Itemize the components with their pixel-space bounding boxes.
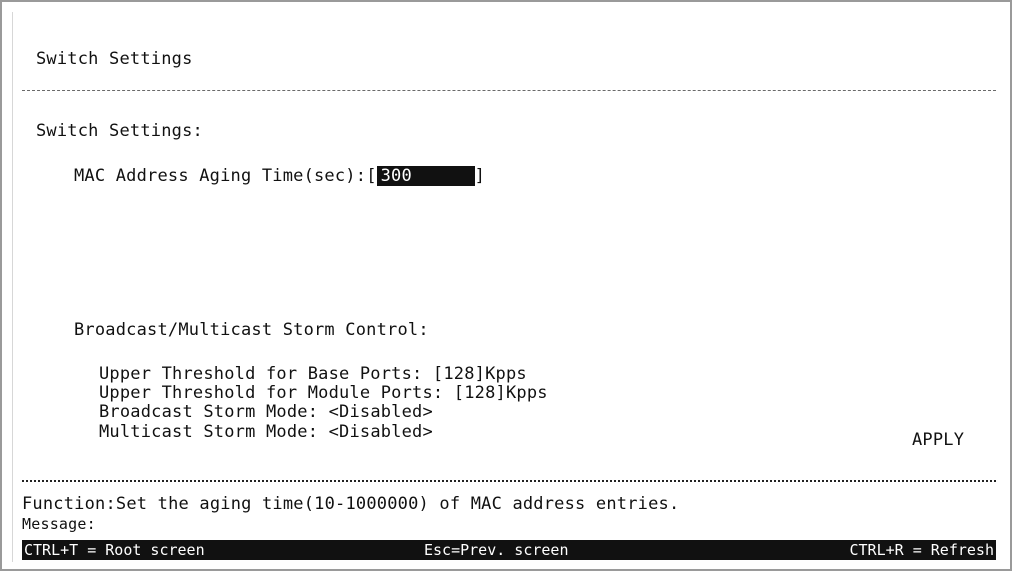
upper-base-row: Upper Threshold for Base Ports: [128]Kpp… <box>99 364 527 384</box>
upper-module-row: Upper Threshold for Module Ports: [128]K… <box>99 383 548 403</box>
prev-screen-hotkey[interactable]: Esc=Prev. screen <box>424 540 569 560</box>
broadcast-mode-row: Broadcast Storm Mode: <Disabled> <box>99 402 433 422</box>
apply-button[interactable]: APPLY <box>912 430 964 450</box>
message-label: Message: <box>22 515 96 533</box>
header-divider <box>22 90 996 91</box>
broadcast-mode-value[interactable]: <Disabled> <box>329 402 433 422</box>
upper-module-label: Upper Threshold for Module Ports: <box>99 383 444 403</box>
upper-module-value[interactable]: [128]Kpps <box>454 383 548 403</box>
function-help-text: Function:Set the aging time(10-1000000) … <box>22 494 680 514</box>
mac-aging-close-bracket: ] <box>474 166 486 186</box>
multicast-mode-row: Multicast Storm Mode: <Disabled> <box>99 422 433 442</box>
mac-aging-label: MAC Address Aging Time(sec): <box>74 166 367 186</box>
multicast-mode-value[interactable]: <Disabled> <box>329 422 433 442</box>
upper-base-label: Upper Threshold for Base Ports: <box>99 364 423 384</box>
section-label: Switch Settings: <box>36 121 203 141</box>
page-title: Switch Settings <box>36 49 193 69</box>
refresh-hotkey[interactable]: CTRL+R = Refresh <box>850 540 995 560</box>
mac-aging-row: MAC Address Aging Time(sec):[300] <box>74 166 485 186</box>
multicast-mode-label: Multicast Storm Mode: <box>99 422 319 442</box>
hotkey-bar: CTRL+T = Root screen Esc=Prev. screen CT… <box>22 540 996 560</box>
storm-control-label: Broadcast/Multicast Storm Control: <box>74 320 429 340</box>
upper-base-value[interactable]: [128]Kpps <box>433 364 527 384</box>
broadcast-mode-label: Broadcast Storm Mode: <box>99 402 319 422</box>
root-screen-hotkey[interactable]: CTRL+T = Root screen <box>24 540 205 560</box>
footer-divider <box>22 480 996 482</box>
terminal-edge <box>12 12 13 562</box>
mac-aging-open-bracket: [ <box>366 166 377 186</box>
mac-aging-input[interactable]: 300 <box>376 166 475 186</box>
terminal-window: Switch Settings Switch Settings: MAC Add… <box>0 0 1012 571</box>
